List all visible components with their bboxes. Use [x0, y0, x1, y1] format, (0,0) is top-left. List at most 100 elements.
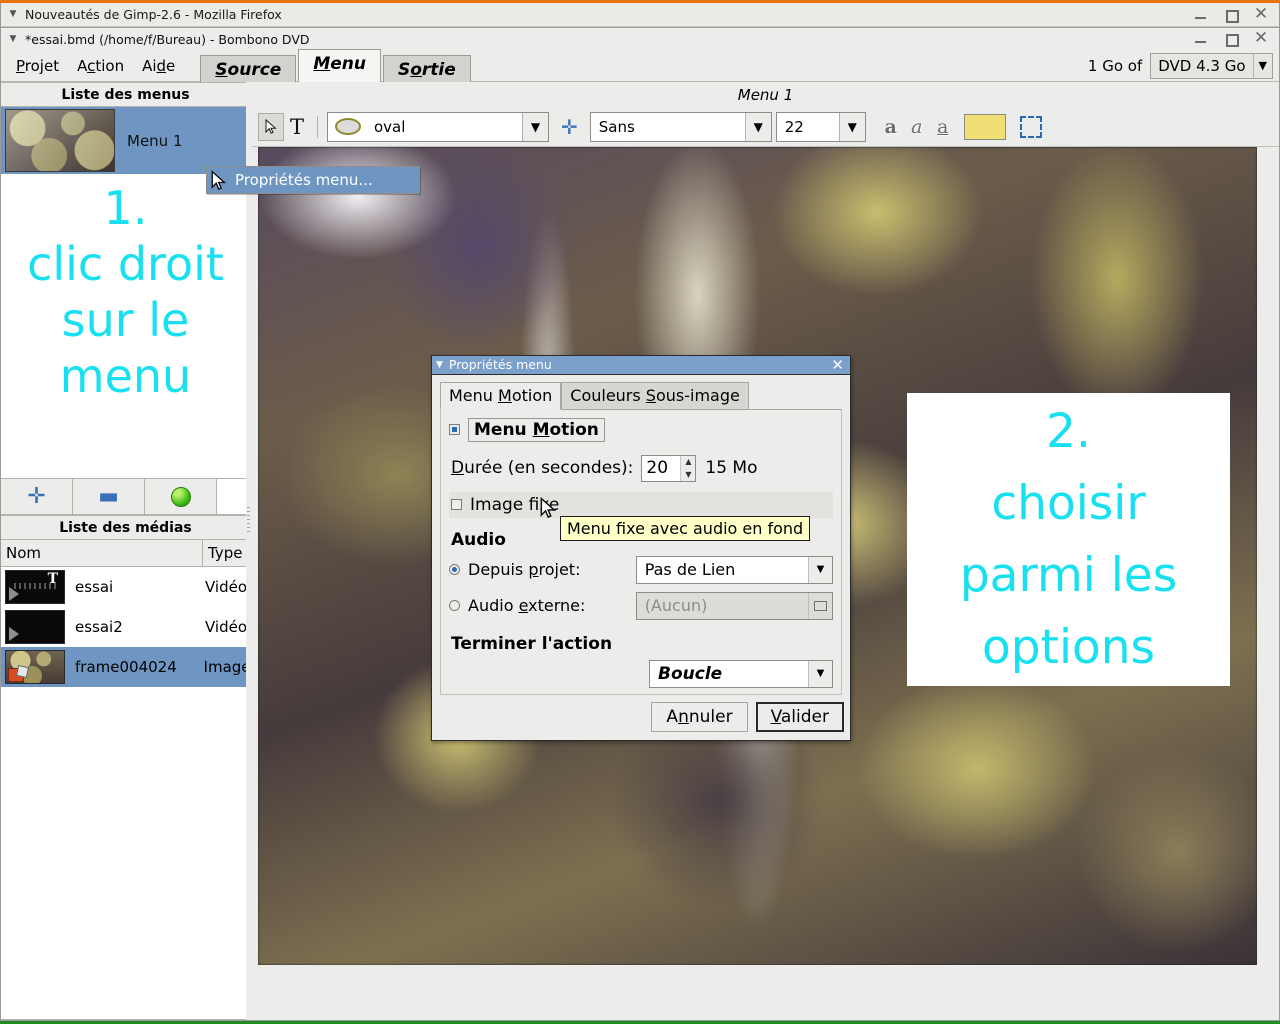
menu-projet[interactable]: PProjetrojet: [7, 53, 68, 79]
duration-value[interactable]: 20: [642, 456, 672, 481]
media-type: Image: [204, 658, 250, 676]
panel-splitter[interactable]: [246, 82, 252, 1020]
close-icon[interactable]: ✕: [1253, 7, 1269, 23]
window-menu-icon[interactable]: ▼: [5, 7, 21, 23]
cancel-button[interactable]: Annuler: [651, 702, 747, 732]
table-row[interactable]: frame004024 Image: [1, 647, 250, 687]
dvd-capacity-value: DVD 4.3 Go: [1158, 57, 1252, 75]
context-menu[interactable]: Propriétés menu...: [206, 166, 420, 194]
maximize-icon[interactable]: [1223, 7, 1239, 23]
external-audio-radio[interactable]: [449, 600, 460, 611]
minus-icon: ▬: [98, 486, 119, 508]
dvd-capacity-select[interactable]: DVD 4.3 Go ▼: [1150, 53, 1273, 79]
context-menu-item-properties[interactable]: Propriétés menu...: [235, 171, 373, 189]
capacity-area: 1 Go of DVD 4.3 Go ▼: [1088, 50, 1279, 81]
annotation-1-line-3: sur le: [62, 292, 190, 348]
text-icon: T: [290, 115, 304, 139]
duration-label: Durée (en secondes):: [451, 458, 633, 478]
from-project-radio[interactable]: [449, 564, 460, 575]
add-shape-icon[interactable]: ✛: [561, 115, 578, 139]
end-action-heading: Terminer l'action: [451, 634, 833, 654]
shape-select[interactable]: oval ▼: [327, 112, 549, 142]
tab-sortie[interactable]: Sortie: [383, 55, 471, 85]
app-window-menu-icon[interactable]: ▼: [5, 31, 21, 47]
column-header-nom[interactable]: Nom: [1, 540, 203, 566]
canvas-left-gutter: [252, 147, 258, 1020]
tab-source[interactable]: Source: [200, 55, 296, 85]
end-action-value: Boucle: [650, 664, 730, 684]
plus-icon: ✛: [27, 486, 45, 508]
menu-properties-dialog: ▼ Propriétés menu ✕ Menu Motion Couleurs…: [431, 355, 851, 741]
canvas-toolbar: T oval ▼ ✛ Sans ▼ 22 ▼ a a: [252, 107, 1279, 147]
spinner-up-icon[interactable]: ▲: [681, 456, 695, 469]
media-toolbar: ✛ ▬: [1, 479, 251, 515]
menu-action[interactable]: Action: [68, 53, 133, 79]
app-maximize-icon[interactable]: [1223, 31, 1239, 47]
canvas-right-gutter: [1257, 147, 1279, 1020]
media-thumbnail: [5, 650, 65, 684]
app-window-buttons: ✕: [1193, 31, 1275, 47]
tab-menu[interactable]: Menu: [298, 49, 381, 82]
tab-menu-motion[interactable]: Menu Motion: [440, 382, 561, 410]
text-tool-button[interactable]: T: [284, 113, 310, 141]
toolbar-separator: [317, 116, 318, 138]
menus-list-header: Liste des menus: [1, 82, 251, 107]
media-list-header: Liste des médias: [1, 515, 251, 540]
bold-button[interactable]: a: [878, 114, 904, 140]
main-tabs: Source Menu Sortie: [200, 50, 473, 81]
app-minimize-icon[interactable]: [1193, 31, 1209, 47]
selection-icon[interactable]: [1020, 116, 1042, 138]
still-image-radio[interactable]: [451, 499, 462, 510]
validate-button[interactable]: Valider: [756, 702, 844, 732]
menu-motion-radio-row[interactable]: Menu Motion: [449, 418, 833, 442]
dialog-content-frame: Menu Motion Durée (en secondes): 20 ▲ ▼ …: [440, 409, 842, 695]
mouse-cursor-icon: [540, 497, 556, 520]
duration-spinner[interactable]: 20 ▲ ▼: [641, 455, 696, 482]
media-type: Vidéo: [205, 618, 247, 636]
menubar: PProjetrojet Action Aide: [1, 50, 184, 81]
dialog-menu-icon[interactable]: ▼: [436, 360, 443, 370]
remove-media-button[interactable]: ▬: [73, 479, 145, 514]
font-size-select[interactable]: 22 ▼: [776, 112, 866, 142]
still-image-radio-row[interactable]: Image fixe: [449, 492, 833, 518]
menu-motion-radio[interactable]: [449, 424, 460, 435]
oval-icon: [335, 118, 361, 135]
external-audio-field[interactable]: (Aucun): [636, 592, 833, 620]
end-action-select[interactable]: Boucle ▼: [649, 660, 833, 688]
italic-button[interactable]: a: [904, 114, 930, 140]
end-action-row: Boucle ▼: [449, 660, 833, 688]
minimize-icon[interactable]: [1193, 7, 1209, 23]
preview-media-button[interactable]: [145, 479, 217, 514]
tab-couleurs-sous-image[interactable]: Couleurs Sous-image: [561, 382, 749, 409]
spinner-down-icon[interactable]: ▼: [681, 468, 695, 481]
browse-button[interactable]: [808, 593, 832, 619]
annotation-2-line-3: parmi les: [960, 540, 1177, 612]
pointer-tool-button[interactable]: [258, 113, 284, 141]
app-close-icon[interactable]: ✕: [1253, 31, 1269, 47]
menu-thumbnail: [5, 109, 115, 172]
media-type: Vidéo: [205, 578, 247, 596]
media-name: essai: [75, 578, 205, 596]
menu-aide[interactable]: Aide: [133, 53, 184, 79]
duration-row: Durée (en secondes): 20 ▲ ▼ 15 Mo: [451, 455, 833, 482]
menu-list-item[interactable]: Menu 1: [1, 107, 250, 174]
font-family-select[interactable]: Sans ▼: [590, 112, 772, 142]
column-header-type[interactable]: Type: [203, 540, 250, 566]
annotation-2-panel: 2. choisir parmi les options: [907, 393, 1230, 686]
media-rows: T essai Vidéo essai2 Vidéo: [1, 567, 251, 1020]
table-row[interactable]: T essai Vidéo: [1, 567, 250, 607]
dialog-titlebar: ▼ Propriétés menu ✕: [432, 356, 850, 375]
underline-button[interactable]: a: [930, 114, 956, 140]
add-media-button[interactable]: ✛: [1, 479, 73, 514]
table-row[interactable]: essai2 Vidéo: [1, 607, 250, 647]
menus-list: Menu 1 1. clic droit sur le menu: [1, 107, 251, 479]
left-panel: Liste des menus Menu 1 1. clic droit sur…: [1, 82, 252, 1020]
play-icon: [9, 587, 19, 601]
from-project-select[interactable]: Pas de Lien ▼: [636, 556, 833, 584]
dialog-close-icon[interactable]: ✕: [831, 358, 846, 372]
annotation-1-line-4: menu: [60, 348, 191, 404]
media-list-wrapper: Liste des médias Nom Type T essai Vidéo: [1, 515, 251, 1020]
text-color-swatch[interactable]: [964, 114, 1006, 140]
dialog-action-bar: Annuler Valider: [432, 695, 850, 740]
external-audio-row: Audio externe: (Aucun): [449, 592, 833, 620]
